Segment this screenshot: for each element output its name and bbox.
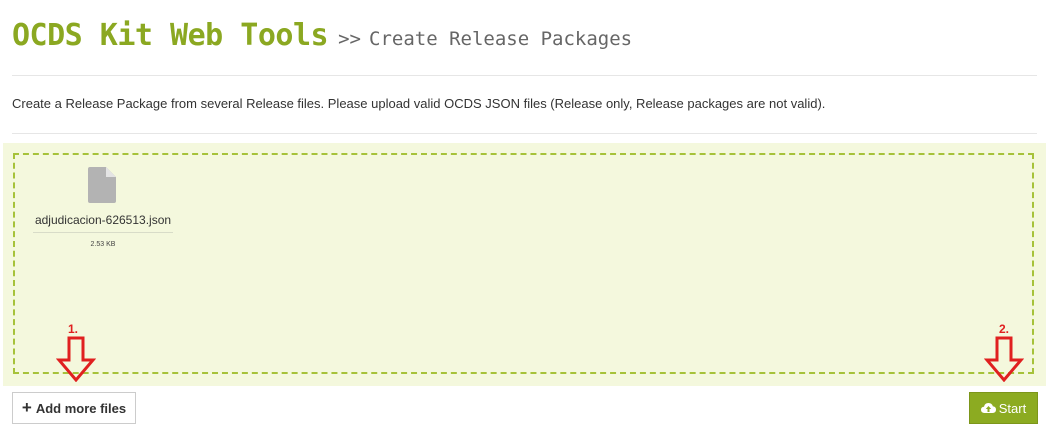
file-size: 2.53 KB bbox=[90, 241, 116, 248]
add-more-files-label: Add more files bbox=[35, 400, 127, 416]
start-label: Start bbox=[998, 400, 1027, 416]
file-name: adjudicacion-626513.json bbox=[34, 213, 172, 227]
annotation-step-1-label: 1. bbox=[68, 322, 79, 336]
page-title: Create Release Packages bbox=[369, 28, 633, 50]
down-arrow-icon bbox=[984, 336, 1024, 382]
plus-icon: + bbox=[21, 397, 32, 417]
start-button[interactable]: Start bbox=[969, 392, 1038, 424]
file-icon bbox=[88, 167, 116, 203]
file-divider bbox=[33, 232, 173, 233]
description-divider bbox=[12, 133, 1037, 134]
breadcrumb-separator: >> bbox=[338, 28, 361, 50]
down-arrow-icon bbox=[56, 336, 96, 382]
cloud-upload-icon bbox=[980, 403, 996, 413]
page-description: Create a Release Package from several Re… bbox=[12, 96, 826, 111]
page-header: OCDS Kit Web Tools >> Create Release Packa… bbox=[12, 18, 632, 53]
app-title: OCDS Kit Web Tools bbox=[12, 18, 329, 53]
annotation-step-2-label: 2. bbox=[999, 322, 1010, 336]
add-more-files-button[interactable]: + Add more files bbox=[12, 392, 136, 424]
file-preview[interactable]: adjudicacion-626513.json 2.53 KB bbox=[33, 167, 173, 257]
header-divider bbox=[12, 75, 1037, 76]
